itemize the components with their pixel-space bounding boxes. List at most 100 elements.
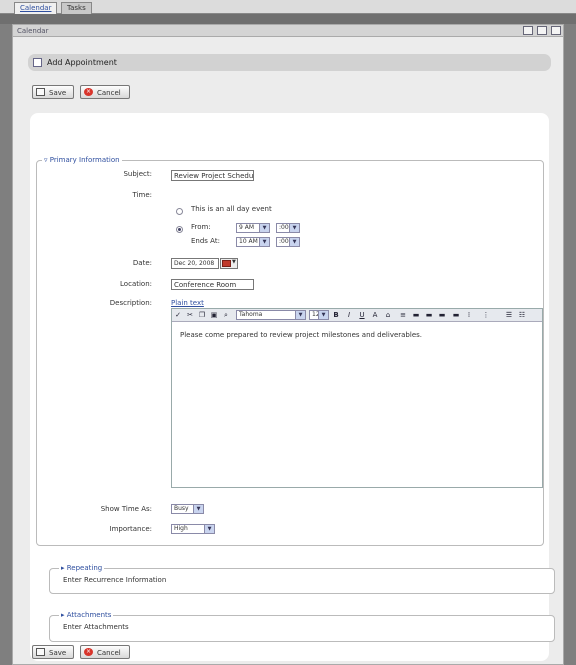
align-left-icon[interactable]: ▬: [412, 311, 420, 319]
location-input[interactable]: Conference Room: [171, 279, 254, 290]
bullet-list-icon[interactable]: ≡: [399, 311, 407, 319]
ends-hour-select[interactable]: 10 AM ▼: [236, 237, 270, 247]
restore-icon[interactable]: [523, 26, 533, 35]
triangle-right-icon: ▸: [61, 564, 65, 572]
page-title: Add Appointment: [47, 58, 117, 67]
chevron-down-icon: ▼: [318, 311, 328, 319]
paste-icon[interactable]: ▣: [210, 311, 218, 319]
from-minute-value: :00: [279, 224, 289, 231]
chevron-down-icon: ▼: [289, 224, 299, 232]
save-button-label: Save: [49, 649, 67, 657]
cancel-icon: ×: [84, 648, 93, 656]
tab-divider: [0, 14, 576, 24]
calendar-portlet: Calendar Add Appointment Save × Cancel ▿…: [12, 24, 564, 665]
show-time-as-value: Busy: [174, 505, 189, 512]
time-label: Time:: [132, 191, 153, 199]
more-icon[interactable]: ⋮: [482, 311, 490, 319]
tab-tasks[interactable]: Tasks: [61, 2, 92, 14]
repeating-title: Repeating: [66, 564, 103, 572]
importance-select[interactable]: High ▼: [171, 524, 215, 534]
cancel-button-bottom[interactable]: × Cancel: [80, 645, 130, 659]
cancel-button-label: Cancel: [97, 649, 121, 657]
subject-label: Subject:: [123, 170, 152, 178]
portlet-title: Calendar: [17, 27, 49, 35]
tab-bar: Calendar Tasks: [0, 0, 576, 14]
align-center-icon[interactable]: ▬: [425, 311, 433, 319]
location-label: Location:: [120, 280, 152, 288]
importance-label: Importance:: [109, 525, 152, 533]
font-size-select[interactable]: 12 ▼: [309, 310, 329, 320]
chevron-down-icon: ▼: [259, 224, 269, 232]
importance-value: High: [174, 525, 188, 532]
cancel-button-top[interactable]: × Cancel: [80, 85, 130, 99]
chevron-down-icon: ▼: [204, 525, 214, 533]
save-icon: [36, 88, 45, 96]
calendar-picker-icon: [222, 260, 231, 267]
find-icon[interactable]: ⌕: [222, 311, 230, 319]
chevron-down-icon: ▼: [295, 311, 305, 319]
cancel-button-label: Cancel: [97, 89, 121, 97]
repeating-text: Enter Recurrence Information: [63, 576, 167, 584]
copy-icon[interactable]: ❐: [198, 311, 206, 319]
font-family-value: Tahoma: [239, 311, 263, 318]
underline-icon[interactable]: U: [358, 311, 366, 319]
ends-minute-select[interactable]: :00 ▼: [276, 237, 300, 247]
cancel-icon: ×: [84, 88, 93, 96]
font-family-select[interactable]: Tahoma ▼: [236, 310, 306, 320]
chevron-down-icon: ▼: [193, 505, 203, 513]
tab-calendar[interactable]: Calendar: [14, 2, 58, 14]
date-label: Date:: [132, 259, 152, 267]
chevron-down-icon: ▼: [289, 238, 299, 246]
triangle-down-icon: ▿: [44, 156, 48, 164]
all-day-label: This is an all day event: [191, 205, 272, 213]
save-icon: [36, 648, 45, 656]
primary-info-title: Primary Information: [49, 156, 120, 164]
page-title-bar: Add Appointment: [28, 54, 551, 71]
line-height-icon[interactable]: ⁞: [465, 311, 473, 319]
portlet-header: Calendar: [13, 25, 563, 37]
align-right-icon[interactable]: ▬: [438, 311, 446, 319]
chevron-down-icon: ▼: [259, 238, 269, 246]
editor-body-text[interactable]: Please come prepared to review project m…: [180, 331, 422, 339]
attachments-title: Attachments: [66, 611, 112, 619]
calendar-icon: [33, 58, 42, 67]
from-radio[interactable]: [176, 226, 183, 233]
highlight-icon[interactable]: ⌂: [384, 311, 392, 319]
attachments-text: Enter Attachments: [63, 623, 129, 631]
triangle-right-icon: ▸: [61, 611, 65, 619]
show-time-as-label: Show Time As:: [100, 505, 152, 513]
form-panel: ▿ Primary Information Subject: Review Pr…: [30, 113, 555, 661]
justify-icon[interactable]: ▬: [452, 311, 460, 319]
rich-text-editor[interactable]: ✓ ✂ ❐ ▣ ⌕ Tahoma ▼ 12 ▼ B I U A ⌂ ≡ ▬ ▬ ▬: [171, 308, 543, 488]
attachments-legend[interactable]: ▸ Attachments: [59, 611, 114, 619]
primary-info-legend[interactable]: ▿ Primary Information: [42, 156, 122, 164]
bold-icon[interactable]: B: [332, 311, 340, 319]
maximize-icon[interactable]: [551, 26, 561, 35]
from-label: From:: [191, 223, 211, 231]
all-day-radio[interactable]: [176, 208, 183, 215]
date-picker-button[interactable]: ▼: [220, 258, 238, 269]
ends-minute-value: :00: [279, 238, 289, 245]
unordered-list-icon[interactable]: ☷: [518, 311, 526, 319]
ends-at-label: Ends At:: [191, 237, 220, 245]
from-hour-value: 9 AM: [239, 224, 255, 231]
save-button-top[interactable]: Save: [32, 85, 74, 99]
from-hour-select[interactable]: 9 AM ▼: [236, 223, 270, 233]
spellcheck-icon[interactable]: ✓: [174, 311, 182, 319]
ends-hour-value: 10 AM: [239, 238, 258, 245]
from-minute-select[interactable]: :00 ▼: [276, 223, 300, 233]
plain-text-link[interactable]: Plain text: [171, 299, 204, 307]
save-button-bottom[interactable]: Save: [32, 645, 74, 659]
font-color-icon[interactable]: A: [371, 311, 379, 319]
italic-icon[interactable]: I: [345, 311, 353, 319]
description-label: Description:: [109, 299, 152, 307]
help-icon[interactable]: [537, 26, 547, 35]
repeating-legend[interactable]: ▸ Repeating: [59, 564, 105, 572]
cut-icon[interactable]: ✂: [186, 311, 194, 319]
save-button-label: Save: [49, 89, 67, 97]
date-input[interactable]: Dec 20, 2008: [171, 258, 219, 269]
chevron-down-icon: ▼: [232, 259, 236, 265]
ordered-list-icon[interactable]: ☰: [505, 311, 513, 319]
subject-input[interactable]: Review Project Schedu: [171, 170, 254, 181]
show-time-as-select[interactable]: Busy ▼: [171, 504, 204, 514]
